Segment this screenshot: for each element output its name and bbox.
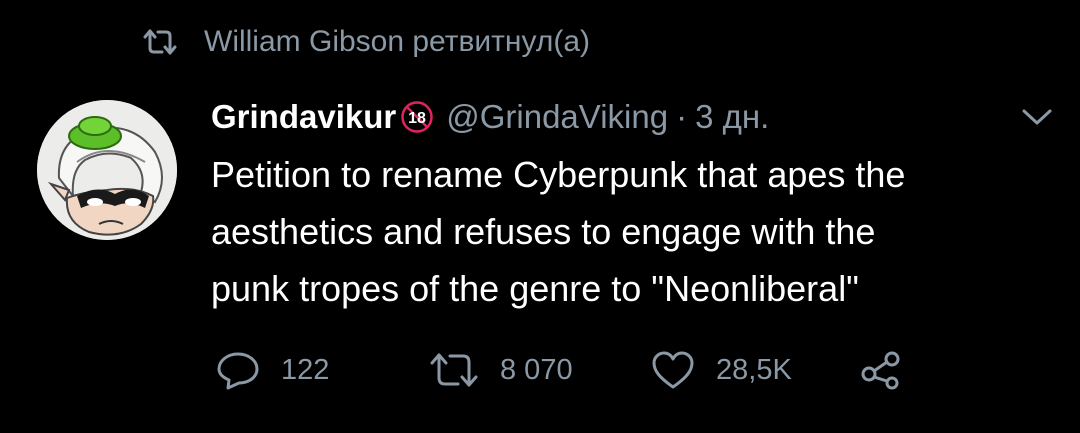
age-18-icon: 18 xyxy=(400,100,434,134)
retweet-icon xyxy=(140,25,180,59)
like-button[interactable]: 28,5K xyxy=(650,350,860,390)
display-name[interactable]: Grindavikur xyxy=(211,98,396,136)
retweet-label[interactable]: William Gibson ретвитнул(а) xyxy=(204,25,590,59)
chevron-down-icon[interactable] xyxy=(1017,102,1057,132)
retweet-button[interactable]: 8 070 xyxy=(428,351,650,389)
tweet-text-line: aesthetics and refuses to engage with th… xyxy=(211,211,876,252)
retweet-icon xyxy=(428,351,480,389)
tweet[interactable]: Grindavikur 18 @GrindaViking · 3 дн. Pet… xyxy=(211,90,1061,317)
tweet-text-line: punk tropes of the genre to "Neonliberal… xyxy=(211,268,859,309)
heart-icon xyxy=(650,350,696,390)
tweet-actions: 122 8 070 28,5K xyxy=(215,345,902,395)
reply-button[interactable]: 122 xyxy=(215,350,428,390)
svg-text:18: 18 xyxy=(408,110,426,127)
handle[interactable]: @GrindaViking xyxy=(446,98,668,136)
meta-separator: · xyxy=(676,98,688,135)
tweet-text-line: Petition to rename Cyberpunk that apes t… xyxy=(211,154,906,195)
share-button[interactable] xyxy=(860,350,902,390)
retweet-context: William Gibson ретвитнул(а) xyxy=(140,22,590,62)
avatar[interactable] xyxy=(37,100,177,240)
reply-bubble-icon xyxy=(215,350,261,390)
reply-count: 122 xyxy=(281,353,330,386)
like-count: 28,5K xyxy=(716,353,792,386)
tweet-text: Petition to rename Cyberpunk that apes t… xyxy=(211,146,1056,317)
share-icon xyxy=(860,350,902,390)
tweet-header: Grindavikur 18 @GrindaViking · 3 дн. xyxy=(211,90,1061,144)
retweet-count: 8 070 xyxy=(500,353,573,386)
timestamp[interactable]: 3 дн. xyxy=(695,98,769,136)
